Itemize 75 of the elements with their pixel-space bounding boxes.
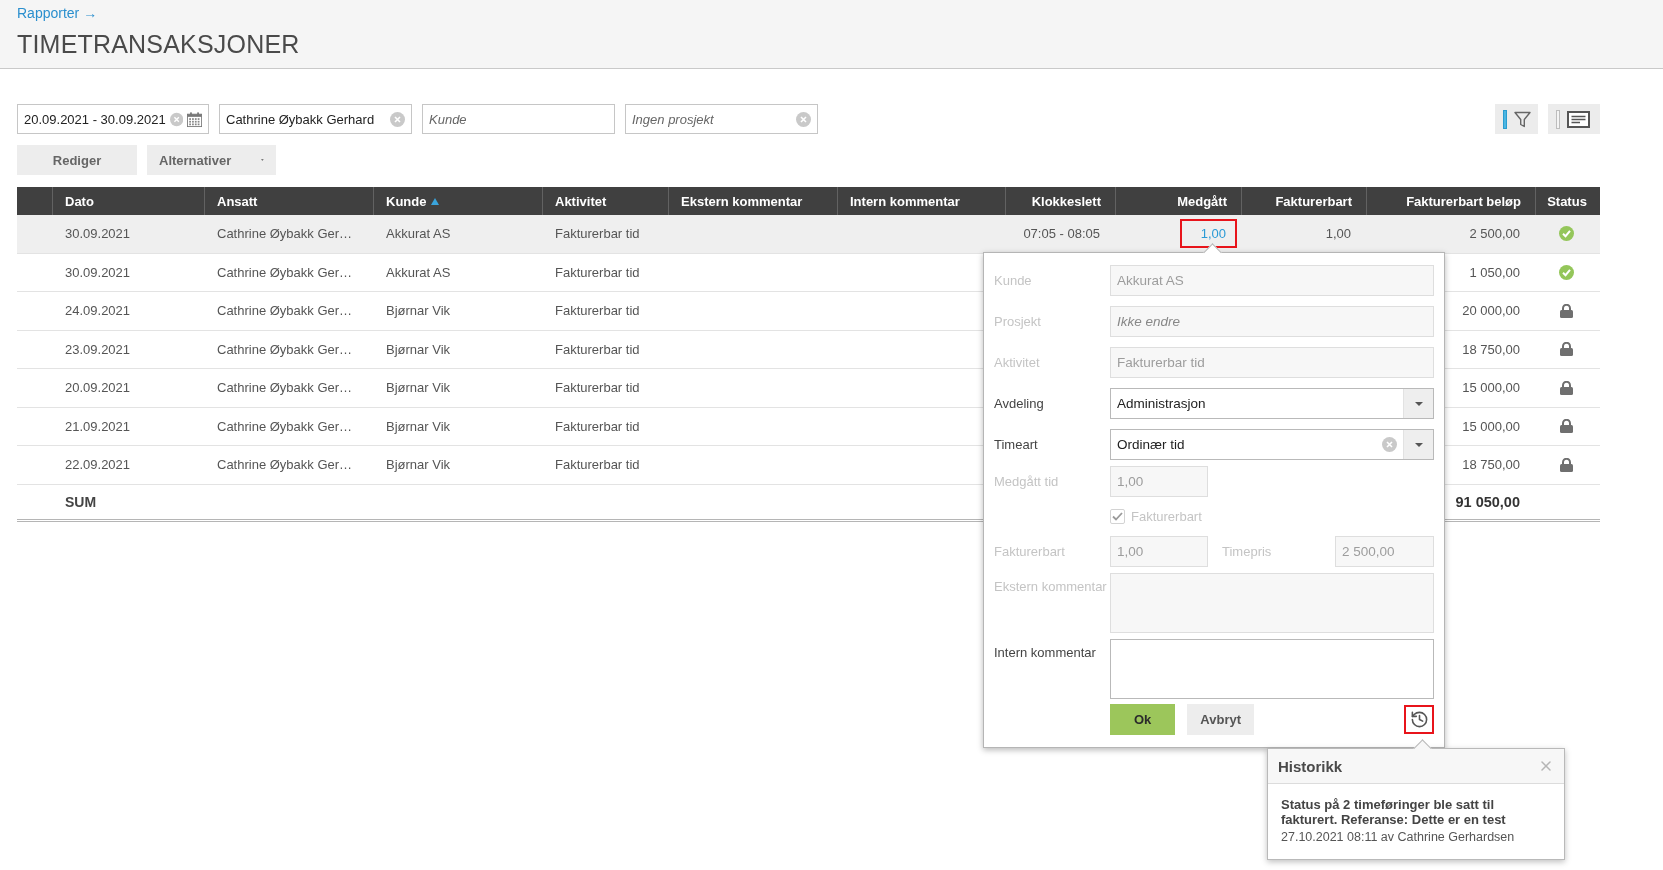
popover-title: Historikk [1278, 757, 1343, 775]
dropdown-button[interactable]: Alternativer [147, 145, 276, 175]
table-cell: 18 750,00 [1462, 341, 1520, 357]
filter-field[interactable]: Cathrine Øybakk Gerhard [219, 104, 412, 134]
table-cell: 24.09.2021 [65, 303, 131, 319]
date-range-field[interactable]: 20.09.2021 - 30.09.2021 [17, 104, 209, 134]
field-label: Fakturerbart [994, 544, 1066, 559]
clear-icon[interactable] [390, 111, 405, 127]
table-cell: 18 750,00 [1462, 457, 1520, 473]
table-cell: Cathrine Øybakk Ger… [217, 380, 353, 396]
history-button[interactable] [1404, 705, 1434, 734]
table-cell: 07:05 - 08:05 [1023, 226, 1100, 242]
table-row[interactable]: 30.09.2021 Cathrine Øybakk Ger… Akkurat AS Fakturerbar tid 07:05 - 08:05 1,00 1,00 2 500,00 [17, 215, 1600, 254]
filter-field[interactable]: Ingen prosjekt [625, 104, 818, 134]
close-icon[interactable] [1538, 758, 1554, 774]
ok-button[interactable]: Ok [1110, 704, 1176, 735]
clear-icon[interactable] [796, 111, 811, 127]
field-label: Prosjekt [994, 314, 1042, 329]
checkbox-label: Fakturerbart [1131, 509, 1202, 524]
table-cell: Cathrine Øybakk Ger… [217, 341, 353, 357]
table-cell: Fakturerbar tid [555, 303, 640, 319]
table-cell: Fakturerbar tid [555, 226, 640, 242]
table-cell: Cathrine Øybakk Ger… [217, 457, 353, 473]
table-cell: Cathrine Øybakk Ger… [217, 264, 353, 280]
cancel-button[interactable]: Avbryt [1187, 704, 1255, 735]
table-cell: Fakturerbar tid [555, 457, 640, 473]
table-cell: 30.09.2021 [65, 226, 131, 242]
filter-icon[interactable] [1514, 110, 1531, 128]
table-cell: Bjørnar Vik [386, 341, 451, 357]
table-cell: Cathrine Øybakk Ger… [217, 226, 353, 242]
table-cell: 30.09.2021 [65, 264, 131, 280]
sum-total: 91 050,00 [1455, 493, 1520, 510]
filter-field[interactable]: Kunde [422, 104, 615, 134]
table-cell: 23.09.2021 [65, 341, 131, 357]
table-cell: Bjørnar Vik [386, 380, 451, 396]
table-cell: 20 000,00 [1462, 303, 1520, 319]
table-cell: Cathrine Øybakk Ger… [217, 303, 353, 319]
table-cell: Fakturerbar tid [555, 264, 640, 280]
action-button[interactable]: Rediger [17, 145, 137, 175]
table-cell: 15 000,00 [1462, 380, 1520, 396]
table-cell: Fakturerbar tid [555, 418, 640, 434]
field-label: Timepris [1222, 544, 1272, 559]
table-cell: Bjørnar Vik [386, 457, 451, 473]
table-cell: 21.09.2021 [65, 418, 131, 434]
filter-toggle[interactable] [1495, 104, 1538, 134]
comments-toggle[interactable] [1548, 104, 1600, 134]
history-entry-meta: 27.10.2021 08:11 av Cathrine Gerhardsen [1281, 830, 1516, 845]
caret-icon [261, 158, 264, 162]
table-cell: Bjørnar Vik [386, 303, 451, 319]
table-cell: Fakturerbar tid [555, 341, 640, 357]
comment-field[interactable] [1110, 639, 1434, 699]
history-icon [1409, 710, 1429, 729]
table-cell: 15 000,00 [1462, 418, 1520, 434]
table-cell: 1,00 [1325, 226, 1351, 242]
field-label: Kunde [994, 273, 1033, 288]
table-cell: Akkurat AS [386, 264, 451, 280]
select-field[interactable]: Administrasjon [1110, 388, 1434, 419]
table-cell: Cathrine Øybakk Ger… [217, 418, 353, 434]
table-cell: 22.09.2021 [65, 457, 131, 473]
history-entry-text: Status på 2 timeføringer ble satt til fakturert. Referanse: Dette er en test [1281, 797, 1507, 827]
calendar-icon[interactable] [186, 110, 202, 128]
table-cell: 2 500,00 [1469, 226, 1520, 242]
field-label: Ekstern kommentar [994, 578, 1108, 594]
page-title: TIMETRANSAKSJONER [17, 29, 300, 59]
clear-icon[interactable] [1382, 437, 1397, 452]
table-cell: Akkurat AS [386, 226, 451, 242]
table-cell: Fakturerbar tid [555, 380, 640, 396]
table-cell: 20.09.2021 [65, 380, 131, 396]
field-label: Intern kommentar [994, 644, 1097, 660]
select-field[interactable]: Ordinær tid [1110, 429, 1434, 460]
text-box-icon[interactable] [1567, 110, 1590, 128]
sum-label: SUM [65, 493, 97, 510]
table-cell: Bjørnar Vik [386, 418, 451, 434]
table-cell: 1 050,00 [1469, 264, 1520, 280]
field-label: Aktivitet [994, 355, 1041, 370]
